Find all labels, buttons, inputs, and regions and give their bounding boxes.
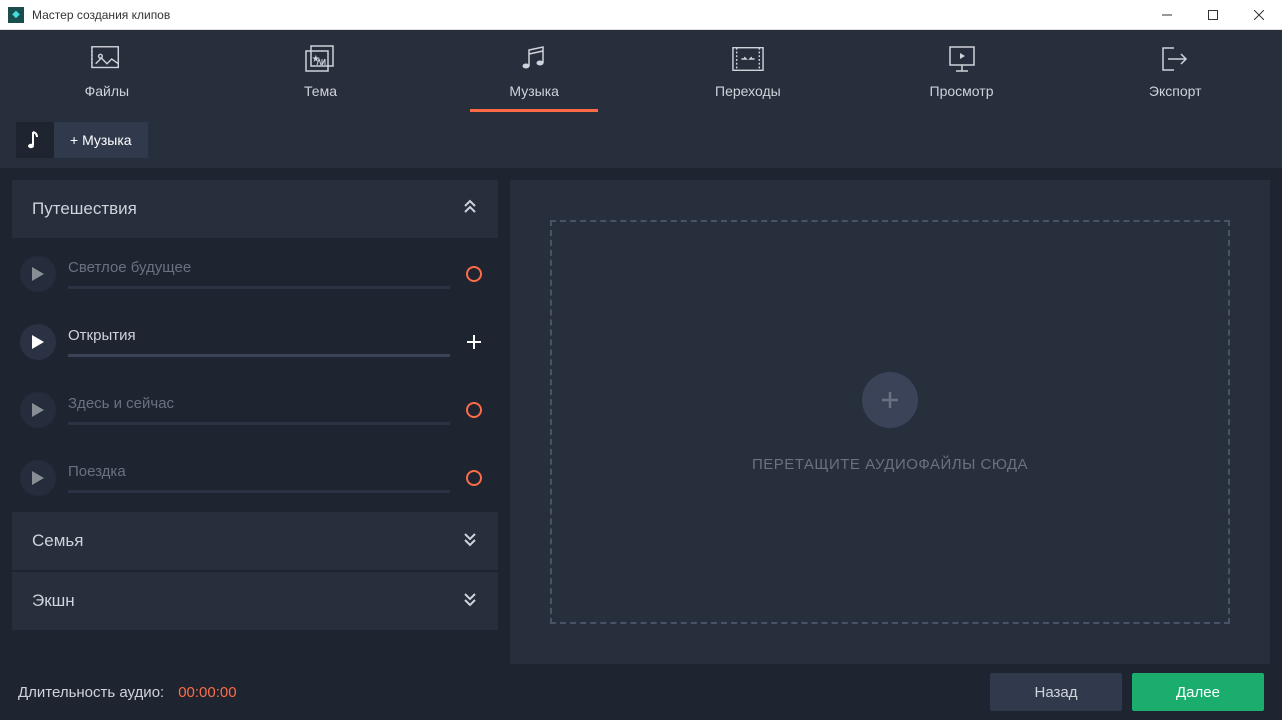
play-button[interactable] <box>20 460 56 496</box>
track-name: Здесь и сейчас <box>68 395 450 412</box>
nav-transitions-label: Переходы <box>715 83 781 99</box>
add-music-button[interactable]: + Музыка <box>16 122 148 158</box>
window-title: Мастер создания клипов <box>32 8 1144 22</box>
track-progress <box>68 422 450 425</box>
chevron-down-icon <box>462 531 478 552</box>
maximize-button[interactable] <box>1190 0 1236 29</box>
category-family-header[interactable]: Семья <box>12 512 498 570</box>
duration-label: Длительность аудио: <box>18 684 164 701</box>
transitions-icon <box>732 43 764 75</box>
add-music-label: + Музыка <box>54 132 148 148</box>
chevron-up-icon <box>462 199 478 220</box>
play-button[interactable] <box>20 392 56 428</box>
track-progress <box>68 490 450 493</box>
minimize-button[interactable] <box>1144 0 1190 29</box>
app-icon: ◆ <box>8 7 24 23</box>
music-library-panel: Путешествия Светлое будущее Открытия <box>12 180 498 664</box>
category-family-title: Семья <box>32 531 83 551</box>
category-action-header[interactable]: Экшн <box>12 572 498 630</box>
track-loading-icon <box>462 262 486 286</box>
top-nav: Файлы Тема Музыка Переходы Просмотр <box>0 30 1282 112</box>
app-body: Файлы Тема Музыка Переходы Просмотр <box>0 30 1282 720</box>
track-name: Светлое будущее <box>68 259 450 276</box>
titlebar: ◆ Мастер создания клипов <box>0 0 1282 30</box>
track-name: Открытия <box>68 327 450 344</box>
track-row: Светлое будущее <box>12 240 498 308</box>
track-progress[interactable] <box>68 354 450 357</box>
note-icon <box>16 122 54 158</box>
next-button[interactable]: Далее <box>1132 673 1264 711</box>
track-name: Поездка <box>68 463 450 480</box>
footer: Длительность аудио: 00:00:00 Назад Далее <box>0 664 1282 720</box>
files-icon <box>91 43 123 75</box>
back-button[interactable]: Назад <box>990 673 1122 711</box>
close-button[interactable] <box>1236 0 1282 29</box>
track-body: Светлое будущее <box>68 259 450 289</box>
nav-files-label: Файлы <box>85 83 129 99</box>
track-row: Открытия <box>12 308 498 376</box>
track-body: Открытия <box>68 327 450 357</box>
nav-music[interactable]: Музыка <box>427 30 641 112</box>
dropzone-text: ПЕРЕТАЩИТЕ АУДИОФАЙЛЫ СЮДА <box>752 456 1028 473</box>
track-row: Здесь и сейчас <box>12 376 498 444</box>
music-icon <box>518 43 550 75</box>
track-progress <box>68 286 450 289</box>
track-add-button[interactable] <box>462 330 486 354</box>
chevron-down-icon <box>462 591 478 612</box>
window-controls <box>1144 0 1282 29</box>
duration-value: 00:00:00 <box>178 684 236 701</box>
main-area: Путешествия Светлое будущее Открытия <box>0 168 1282 664</box>
nav-export[interactable]: Экспорт <box>1068 30 1282 112</box>
track-loading-icon <box>462 466 486 490</box>
track-body: Здесь и сейчас <box>68 395 450 425</box>
export-icon <box>1159 43 1191 75</box>
track-loading-icon <box>462 398 486 422</box>
toolbar: + Музыка <box>0 112 1282 168</box>
category-travel-title: Путешествия <box>32 199 137 219</box>
nav-preview-label: Просмотр <box>930 83 994 99</box>
dropzone-plus-icon <box>862 372 918 428</box>
nav-files[interactable]: Файлы <box>0 30 214 112</box>
track-row: Поездка <box>12 444 498 512</box>
preview-panel: ПЕРЕТАЩИТЕ АУДИОФАЙЛЫ СЮДА <box>510 180 1270 664</box>
nav-theme[interactable]: Тема <box>214 30 428 112</box>
audio-dropzone[interactable]: ПЕРЕТАЩИТЕ АУДИОФАЙЛЫ СЮДА <box>550 220 1230 624</box>
nav-theme-label: Тема <box>304 83 337 99</box>
nav-transitions[interactable]: Переходы <box>641 30 855 112</box>
nav-preview[interactable]: Просмотр <box>855 30 1069 112</box>
preview-icon <box>946 43 978 75</box>
track-body: Поездка <box>68 463 450 493</box>
nav-music-label: Музыка <box>509 83 559 99</box>
nav-export-label: Экспорт <box>1149 83 1202 99</box>
theme-icon <box>305 43 337 75</box>
category-action-title: Экшн <box>32 591 75 611</box>
play-button[interactable] <box>20 256 56 292</box>
category-travel-header[interactable]: Путешествия <box>12 180 498 238</box>
play-button[interactable] <box>20 324 56 360</box>
